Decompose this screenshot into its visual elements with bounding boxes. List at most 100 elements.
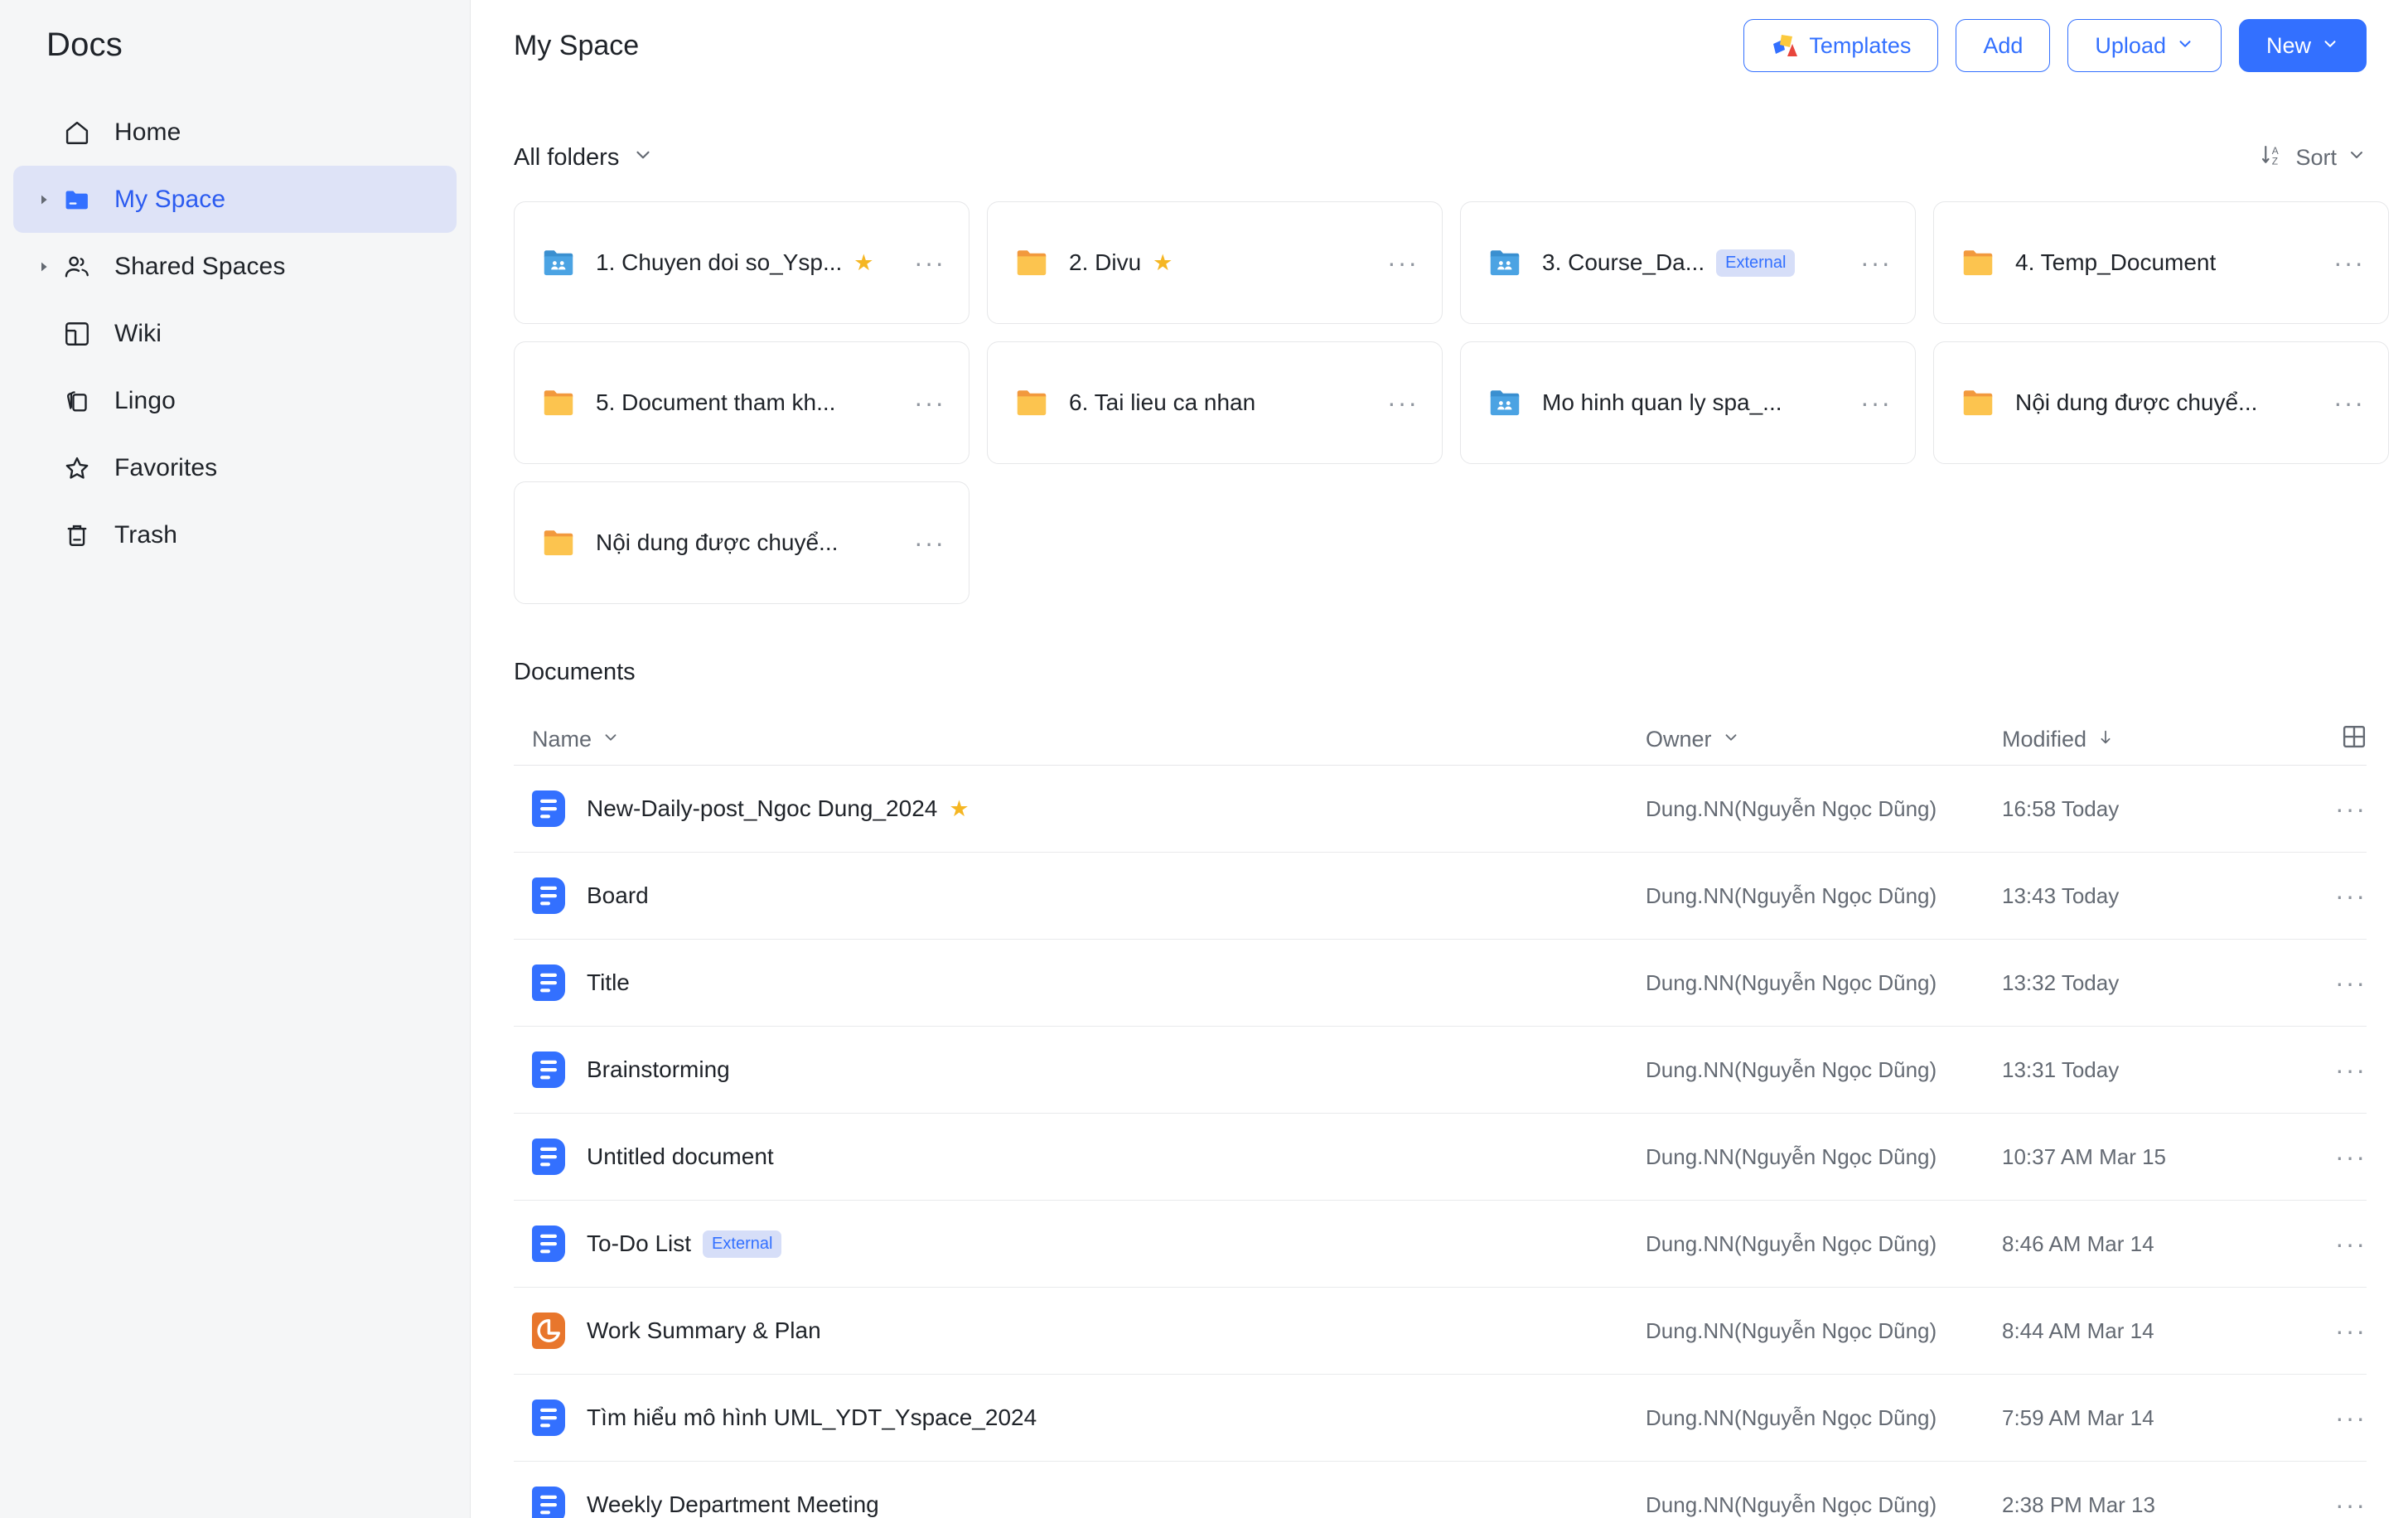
owner-name: Dung.NN(Nguyễn Ngọc Dũng) (1646, 795, 1937, 821)
chevron-down-icon (2321, 33, 2339, 59)
folder-card[interactable]: Nội dung được chuyể... ··· (1933, 341, 2389, 464)
owner-name: Dung.NN(Nguyễn Ngọc Dũng) (1646, 1143, 1937, 1169)
star-icon[interactable]: ★ (853, 251, 873, 274)
folder-more-actions-button[interactable]: ··· (901, 529, 945, 556)
cell-actions: ··· (2267, 1143, 2367, 1170)
star-icon[interactable]: ★ (949, 797, 969, 820)
column-header-name[interactable]: Name (514, 727, 1646, 752)
chevron-down-icon (2347, 145, 2367, 171)
doc-icon (532, 877, 565, 914)
cell-name[interactable]: New-Daily-post_Ngoc Dung_2024 ★ (514, 790, 1646, 827)
table-row[interactable]: Board Dung.NN(Nguyễn Ngọc Dũng) 13:43 Toda… (514, 853, 2367, 940)
table-row[interactable]: Weekly Department Meeting Dung.NN(Nguyễn … (514, 1462, 2367, 1518)
all-folders-filter[interactable]: All folders (514, 144, 654, 172)
cell-name[interactable]: Work Summary & Plan (514, 1313, 1646, 1349)
folder-card[interactable]: 3. Course_Da... External ··· (1460, 201, 1916, 324)
cell-name[interactable]: Untitled document (514, 1138, 1646, 1175)
wiki-icon (58, 315, 96, 353)
table-row[interactable]: Tìm hiểu mô hình UML_YDT_Yspace_2024 Dung… (514, 1375, 2367, 1462)
sidebar-item-trash[interactable]: Trash (13, 501, 457, 568)
folder-name: Mo hinh quan ly spa_... (1542, 389, 1782, 415)
column-header-modified[interactable]: Modified (2002, 727, 2267, 752)
table-row[interactable]: New-Daily-post_Ngoc Dung_2024 ★ Dung.NN(Ng… (514, 766, 2367, 853)
sidebar-item-wiki[interactable]: Wiki (13, 300, 457, 367)
modified-time: 13:32 Today (2002, 969, 2120, 995)
folder-card[interactable]: 1. Chuyen doi so_Ysp... ★ ··· (514, 201, 969, 324)
folder-more-actions-button[interactable]: ··· (1847, 249, 1892, 276)
cell-modified: 10:37 AM Mar 15 (2002, 1144, 2267, 1170)
folder-icon (1959, 384, 1997, 422)
folder-more-actions-button[interactable]: ··· (1374, 389, 1419, 416)
modified-time: 13:43 Today (2002, 882, 2120, 908)
folder-more-actions-button[interactable]: ··· (901, 249, 945, 276)
row-more-actions-button[interactable]: ··· (2322, 969, 2367, 996)
folder-card[interactable]: Nội dung được chuyể... ··· (514, 481, 969, 604)
cell-name[interactable]: Tìm hiểu mô hình UML_YDT_Yspace_2024 (514, 1400, 1646, 1436)
table-row[interactable]: To-Do List External Dung.NN(Nguyễn Ngọc Dũ… (514, 1201, 2367, 1288)
folder-card[interactable]: 6. Tai lieu ca nhan ··· (987, 341, 1443, 464)
sidebar-item-shared-spaces[interactable]: Shared Spaces (13, 233, 457, 300)
expand-caret-icon[interactable] (33, 192, 55, 207)
templates-button[interactable]: Templates (1743, 19, 1939, 72)
sidebar-item-lingo[interactable]: Lingo (13, 367, 457, 434)
row-more-actions-button[interactable]: ··· (2322, 1056, 2367, 1083)
row-more-actions-button[interactable]: ··· (2322, 882, 2367, 909)
doc-icon (532, 1051, 565, 1088)
cell-actions: ··· (2267, 882, 2367, 909)
cell-name[interactable]: Title (514, 964, 1646, 1001)
row-more-actions-button[interactable]: ··· (2322, 1143, 2367, 1170)
table-row[interactable]: Untitled document Dung.NN(Nguyễn Ngọc Dũn… (514, 1114, 2367, 1201)
cell-owner: Dung.NN(Nguyễn Ngọc Dũng) (1646, 1057, 2002, 1083)
cell-modified: 8:44 AM Mar 14 (2002, 1318, 2267, 1344)
cell-owner: Dung.NN(Nguyễn Ngọc Dũng) (1646, 1231, 2002, 1257)
sidebar-item-favorites[interactable]: Favorites (13, 434, 457, 501)
sidebar-item-label: My Space (114, 185, 226, 213)
folder-more-actions-button[interactable]: ··· (2320, 249, 2365, 276)
folder-name: Nội dung được chuyể... (596, 529, 839, 555)
document-name: Board (587, 882, 649, 908)
folder-more-actions-button[interactable]: ··· (2320, 389, 2365, 416)
sidebar-nav: Home My Space Shared Spaces Wiki Lingo Favori… (0, 99, 470, 568)
sort-az-icon: A Z (2261, 143, 2285, 173)
cell-name[interactable]: Brainstorming (514, 1051, 1646, 1088)
folder-card[interactable]: Mo hinh quan ly spa_... ··· (1460, 341, 1916, 464)
folder-card[interactable]: 5. Document tham kh... ··· (514, 341, 969, 464)
document-name: Work Summary & Plan (587, 1317, 821, 1343)
folder-card[interactable]: 2. Divu ★ ··· (987, 201, 1443, 324)
table-row[interactable]: Work Summary & Plan Dung.NN(Nguyễn Ngọc D… (514, 1288, 2367, 1375)
row-more-actions-button[interactable]: ··· (2322, 795, 2367, 822)
expand-caret-icon[interactable] (33, 259, 55, 274)
sidebar-item-home[interactable]: Home (13, 99, 457, 166)
table-row[interactable]: Brainstorming Dung.NN(Nguyễn Ngọc Dũng) 13… (514, 1027, 2367, 1114)
owner-name: Dung.NN(Nguyễn Ngọc Dũng) (1646, 882, 1937, 908)
new-button[interactable]: New (2238, 19, 2367, 72)
arrow-down-icon (2096, 727, 2115, 752)
star-icon[interactable]: ★ (1153, 251, 1173, 274)
folder-name: 6. Tai lieu ca nhan (1069, 389, 1256, 415)
chevron-down-icon (632, 144, 654, 172)
cell-name[interactable]: To-Do List External (514, 1226, 1646, 1262)
column-header-owner[interactable]: Owner (1646, 727, 2002, 752)
upload-button[interactable]: Upload (2067, 19, 2222, 72)
table-row[interactable]: Title Dung.NN(Nguyễn Ngọc Dũng) 13:32 Toda… (514, 940, 2367, 1027)
row-more-actions-button[interactable]: ··· (2322, 1491, 2367, 1518)
cell-name[interactable]: Board (514, 877, 1646, 914)
add-button[interactable]: Add (1956, 19, 2051, 72)
folder-card[interactable]: 4. Temp_Document ··· (1933, 201, 2389, 324)
grid-view-toggle-icon[interactable] (2342, 724, 2367, 755)
document-name: New-Daily-post_Ngoc Dung_2024 (587, 795, 938, 821)
row-more-actions-button[interactable]: ··· (2322, 1317, 2367, 1344)
cell-actions: ··· (2267, 1056, 2367, 1083)
folder-more-actions-button[interactable]: ··· (901, 389, 945, 416)
folder-more-actions-button[interactable]: ··· (1847, 389, 1892, 416)
cell-modified: 2:38 PM Mar 13 (2002, 1492, 2267, 1518)
sort-control[interactable]: A Z Sort (2261, 143, 2367, 173)
row-more-actions-button[interactable]: ··· (2322, 1230, 2367, 1257)
owner-name: Dung.NN(Nguyễn Ngọc Dũng) (1646, 1230, 1937, 1256)
row-more-actions-button[interactable]: ··· (2322, 1404, 2367, 1431)
sidebar-item-my-space[interactable]: My Space (13, 166, 457, 233)
document-name: Weekly Department Meeting (587, 1491, 879, 1517)
slide-icon (532, 1313, 565, 1349)
folder-more-actions-button[interactable]: ··· (1374, 249, 1419, 276)
cell-name[interactable]: Weekly Department Meeting (514, 1487, 1646, 1518)
